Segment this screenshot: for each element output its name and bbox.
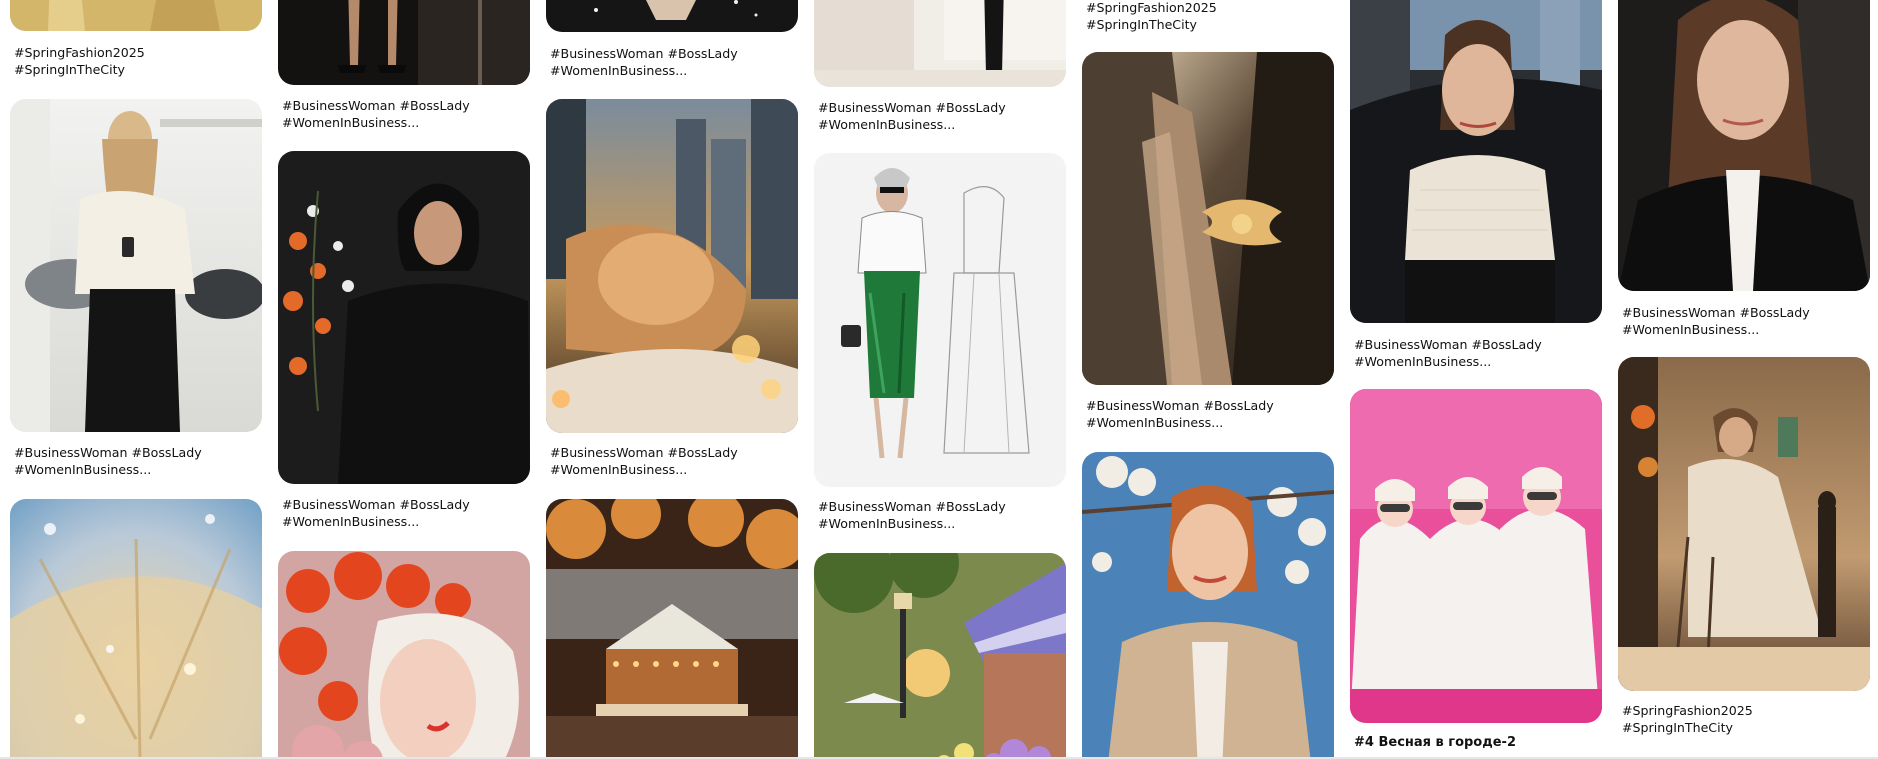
pin-caption[interactable]: #BusinessWoman #BossLady #WomenInBusines…	[1622, 304, 1866, 338]
pin-image[interactable]	[1350, 0, 1602, 323]
pin-caption[interactable]: #4 Весная в городе-2 Визуальный	[1354, 734, 1598, 752]
pin-caption[interactable]: #SpringFashion2025 #SpringInTheCity #Spr…	[14, 44, 258, 78]
pin-image[interactable]	[278, 551, 530, 759]
pin-caption[interactable]: #BusinessWoman #BossLady #WomenInBusines…	[550, 45, 794, 79]
pin-image[interactable]	[546, 99, 798, 433]
pin-caption[interactable]: #BusinessWoman #BossLady #WomenInBusines…	[1086, 397, 1330, 431]
pin-image[interactable]	[814, 553, 1066, 759]
pin-image[interactable]	[278, 0, 530, 85]
pin-grid: #SpringFashion2025 #SpringInTheCity #Spr…	[0, 0, 1878, 759]
pin-image[interactable]	[546, 499, 798, 759]
pin-image[interactable]	[814, 0, 1066, 87]
pin-caption[interactable]: #BusinessWoman #BossLady #WomenInBusines…	[550, 444, 794, 478]
pin-image[interactable]	[10, 0, 262, 31]
pin-image[interactable]	[1082, 52, 1334, 385]
pin-caption[interactable]: #BusinessWoman #BossLady #WomenInBusines…	[818, 99, 1062, 133]
pin-caption[interactable]: #BusinessWoman #BossLady #WomenInBusines…	[282, 97, 526, 131]
pin-image[interactable]	[1082, 452, 1334, 759]
pin-caption[interactable]: #SpringFashion2025 #SpringInTheCity #Spr…	[1622, 702, 1866, 736]
pin-image[interactable]	[546, 0, 798, 32]
pin-caption[interactable]: #BusinessWoman #BossLady #WomenInBusines…	[282, 496, 526, 530]
pin-caption[interactable]: #BusinessWoman #BossLady #WomenInBusines…	[14, 444, 258, 478]
pin-image[interactable]	[1618, 357, 1870, 691]
pin-image[interactable]	[1618, 0, 1870, 291]
pin-image[interactable]	[278, 151, 530, 484]
pin-image[interactable]	[1350, 389, 1602, 723]
pin-caption[interactable]: #BusinessWoman #BossLady #WomenInBusines…	[818, 498, 1062, 532]
pin-image[interactable]	[10, 499, 262, 759]
pin-caption[interactable]: #SpringFashion2025 #SpringInTheCity #Spr…	[1086, 0, 1330, 33]
pin-image[interactable]	[10, 99, 262, 432]
pin-caption[interactable]: #BusinessWoman #BossLady #WomenInBusines…	[1354, 336, 1598, 370]
pin-image[interactable]	[814, 153, 1066, 487]
